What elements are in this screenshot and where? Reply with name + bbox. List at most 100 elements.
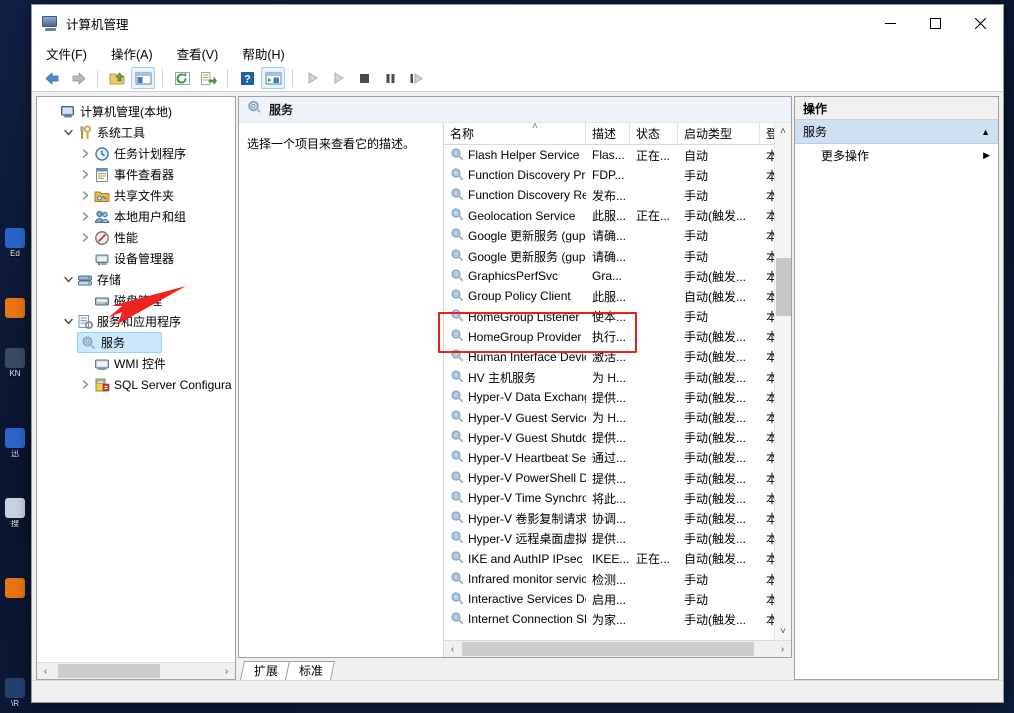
- toolbar-restart-service[interactable]: [404, 67, 428, 89]
- tree-hscroll-track[interactable]: [54, 663, 218, 679]
- maximize-button[interactable]: [913, 5, 958, 41]
- chevron-right-icon[interactable]: [77, 212, 93, 221]
- table-row[interactable]: Human Interface Device ... 激活... 手动(触发... 本: [444, 347, 774, 367]
- column-name[interactable]: 名称 ˄: [444, 123, 586, 144]
- chevron-up-icon[interactable]: ▲: [981, 127, 990, 137]
- chevron-right-icon[interactable]: [77, 149, 93, 158]
- desktop-icon[interactable]: 迅: [2, 428, 28, 458]
- tree-item-performance[interactable]: 性能: [37, 227, 235, 248]
- table-row[interactable]: Hyper-V Data Exchange ... 提供... 手动(触发... 本: [444, 387, 774, 407]
- table-row[interactable]: Google 更新服务 (gupdate) 请确... 手动 本: [444, 226, 774, 246]
- chevron-down-icon[interactable]: [60, 128, 76, 137]
- table-row[interactable]: Hyper-V PowerShell Dire... 提供... 手动(触发... 本: [444, 468, 774, 488]
- tree-item-task-scheduler[interactable]: 任务计划程序: [37, 143, 235, 164]
- action-more-actions[interactable]: 更多操作 ▶: [795, 144, 998, 166]
- table-row[interactable]: Function Discovery Provi... FDP... 手动 本: [444, 165, 774, 185]
- desktop-icon[interactable]: KN: [2, 348, 28, 378]
- tree-item-wmi-control[interactable]: WMI 控件: [37, 353, 235, 374]
- table-row[interactable]: GraphicsPerfSvc Gra... 手动(触发... 本: [444, 266, 774, 286]
- toolbar-stop-service[interactable]: [352, 67, 376, 89]
- desktop-icon[interactable]: [2, 578, 28, 600]
- column-description[interactable]: 描述: [586, 123, 630, 144]
- chevron-right-icon[interactable]: [77, 191, 93, 200]
- chevron-down-icon[interactable]: [60, 317, 76, 326]
- toolbar-export-list[interactable]: [196, 67, 220, 89]
- tree-hscroll-left-arrow[interactable]: ‹: [37, 663, 54, 679]
- tree-item-disk-management[interactable]: 磁盘管理: [37, 290, 235, 311]
- table-row[interactable]: HV 主机服务 为 H... 手动(触发... 本: [444, 367, 774, 387]
- table-row[interactable]: Hyper-V 卷影复制请求程序协调... 手动(触发... 本: [444, 508, 774, 528]
- column-log-on-as[interactable]: 登: [760, 123, 774, 144]
- toolbar-resume-service[interactable]: [326, 67, 350, 89]
- tab-standard[interactable]: 标准: [284, 661, 336, 680]
- tree-item-event-viewer[interactable]: 事件查看器: [37, 164, 235, 185]
- tree-item-computer-management-local[interactable]: 计算机管理(本地): [37, 101, 235, 122]
- column-status[interactable]: 状态: [630, 123, 678, 144]
- tree-item-device-manager[interactable]: 设备管理器: [37, 248, 235, 269]
- services-vertical-scrollbar[interactable]: ˄ ˅: [774, 123, 791, 640]
- services-hscroll-right-arrow[interactable]: ›: [774, 641, 791, 657]
- chevron-down-icon[interactable]: [60, 275, 76, 284]
- tree-item-sql-server-configuration[interactable]: SQL Server Configura: [37, 374, 235, 395]
- toolbar-back[interactable]: [40, 67, 64, 89]
- table-row[interactable]: Google 更新服务 (gupdat... 请确... 手动 本: [444, 246, 774, 266]
- tree-item-storage[interactable]: 存储: [37, 269, 235, 290]
- chevron-right-icon[interactable]: [77, 380, 93, 389]
- menu-help[interactable]: 帮助(H): [240, 43, 286, 64]
- table-row[interactable]: Flash Helper Service Flas... 正在... 自动 本: [444, 145, 774, 165]
- services-hscroll-track[interactable]: [461, 641, 774, 657]
- toolbar-help[interactable]: ?: [235, 67, 259, 89]
- tree-horizontal-scrollbar[interactable]: ‹ ›: [37, 662, 235, 679]
- desktop-icon[interactable]: [2, 298, 28, 320]
- desktop-icon[interactable]: \R: [2, 678, 28, 708]
- menu-file[interactable]: 文件(F): [44, 43, 89, 64]
- table-row[interactable]: Internet Connection Shari... 为家... 手动(触发..…: [444, 609, 774, 629]
- table-row[interactable]: Interactive Services Dete... 启用... 手动 本: [444, 589, 774, 609]
- table-row[interactable]: Geolocation Service 此服... 正在... 手动(触发... 本: [444, 206, 774, 226]
- services-hscroll-thumb[interactable]: [462, 642, 754, 656]
- tree-item-services-and-applications[interactable]: 服务和应用程序: [37, 311, 235, 332]
- desktop-icon[interactable]: 搜: [2, 498, 28, 528]
- toolbar-up-one-level[interactable]: [105, 67, 129, 89]
- toolbar-pause-service[interactable]: [378, 67, 402, 89]
- column-startup-type[interactable]: 启动类型: [678, 123, 760, 144]
- table-row[interactable]: IKE and AuthIP IPsec Key... IKEE... 正在... 自…: [444, 549, 774, 569]
- menu-action[interactable]: 操作(A): [109, 43, 155, 64]
- tree-item-system-tools[interactable]: 系统工具: [37, 122, 235, 143]
- services-horizontal-scrollbar[interactable]: ‹ ›: [444, 640, 791, 657]
- chevron-right-icon[interactable]: [77, 233, 93, 242]
- table-row[interactable]: Hyper-V Guest Service In... 为 H... 手动(触发..…: [444, 407, 774, 427]
- table-row[interactable]: Function Discovery Reso... 发布... 手动 本: [444, 185, 774, 205]
- table-row[interactable]: Group Policy Client 此服... 自动(触发... 本: [444, 286, 774, 306]
- table-row[interactable]: Hyper-V 远程桌面虚拟化... 提供... 手动(触发... 本: [444, 529, 774, 549]
- chevron-right-icon[interactable]: [77, 170, 93, 179]
- tree-item-shared-folders[interactable]: 共享文件夹: [37, 185, 235, 206]
- vscroll-thumb[interactable]: [776, 258, 791, 316]
- table-row[interactable]: HomeGroup Listener 使本... 手动 本: [444, 307, 774, 327]
- tab-extended[interactable]: 扩展: [239, 661, 291, 680]
- cell-text: 协调...: [592, 511, 627, 526]
- toolbar-refresh[interactable]: [170, 67, 194, 89]
- menu-view[interactable]: 查看(V): [175, 43, 221, 64]
- services-hscroll-left-arrow[interactable]: ‹: [444, 641, 461, 657]
- tree-hscroll-thumb[interactable]: [58, 664, 160, 678]
- close-button[interactable]: [958, 5, 1003, 41]
- vscroll-track[interactable]: [775, 140, 791, 623]
- desktop-icon[interactable]: Ed: [2, 228, 28, 258]
- table-row[interactable]: Hyper-V Time Synchroniz... 将此... 手动(触发... 本: [444, 488, 774, 508]
- tree-item-local-users-groups[interactable]: 本地用户和组: [37, 206, 235, 227]
- toolbar-forward[interactable]: [66, 67, 90, 89]
- tree-item-services[interactable]: 服务: [77, 332, 162, 353]
- minimize-button[interactable]: [868, 5, 913, 41]
- table-row[interactable]: Infrared monitor service 检测... 手动 本: [444, 569, 774, 589]
- vscroll-down-arrow[interactable]: ˅: [775, 623, 791, 640]
- vscroll-up-arrow[interactable]: ˄: [775, 123, 791, 140]
- table-row[interactable]: Hyper-V Heartbeat Service 通过... 手动(触发... 本: [444, 448, 774, 468]
- table-row[interactable]: HomeGroup Provider 执行... 手动(触发... 本: [444, 327, 774, 347]
- tree-hscroll-right-arrow[interactable]: ›: [218, 663, 235, 679]
- table-row[interactable]: Hyper-V Guest Shutdown... 提供... 手动(触发... 本: [444, 428, 774, 448]
- toolbar-start-service[interactable]: [300, 67, 324, 89]
- actions-group-services[interactable]: 服务 ▲: [795, 120, 998, 144]
- toolbar-show-action-pane[interactable]: [261, 67, 285, 89]
- toolbar-show-hide-console-tree[interactable]: [131, 67, 155, 89]
